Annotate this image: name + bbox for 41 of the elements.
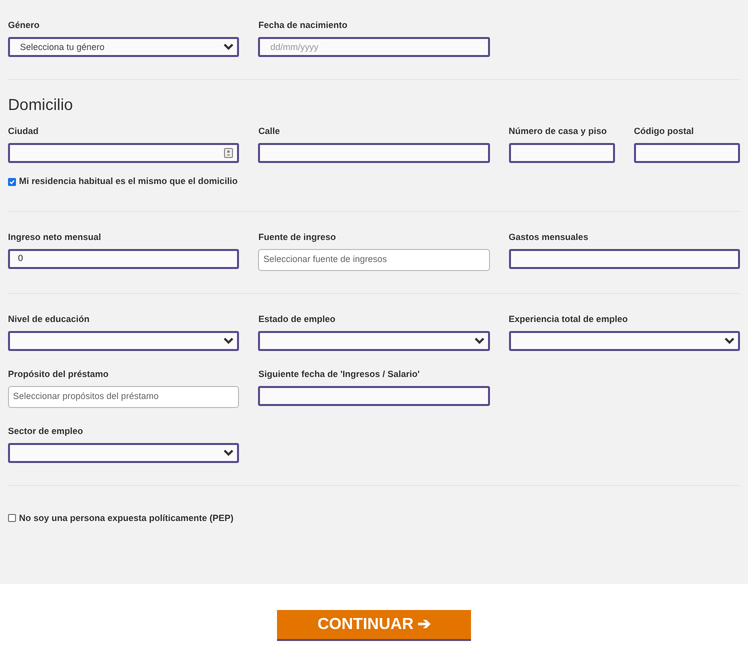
field-label: Estado de empleo [258,314,336,324]
field-label: Propósito del préstamo [8,368,110,380]
checkbox[interactable] [8,514,16,522]
chevron-icon [223,43,234,51]
checkbox[interactable] [8,178,16,186]
chevron-icon [223,336,234,344]
multiselect-field[interactable]: Seleccionar propósitos del préstamo [8,386,240,408]
select-field[interactable] [258,330,490,350]
chevron-icon [474,336,485,344]
checkbox-label: Mi residencia habitual es el mismo que el domicilio [19,175,238,188]
select-field[interactable] [8,330,240,350]
field-label: Ingreso neto mensual [8,232,102,242]
input-field[interactable] [634,143,740,163]
chevron-icon [223,448,234,456]
input-field[interactable] [508,248,740,268]
input-field[interactable] [508,143,615,163]
input-field[interactable] [258,386,490,406]
field-label: Calle [258,126,281,137]
field-label: Ciudad [8,126,40,137]
field-label: Número de casa y piso [508,126,608,137]
field-label: Fuente de ingreso [258,232,337,242]
section-heading: Domicilio [8,96,74,116]
multiselect-field[interactable]: Seleccionar fuente de ingresos [258,248,490,270]
select-field[interactable] [8,442,240,462]
contact-card-icon [224,148,234,158]
input-field[interactable]: 0 [8,248,240,268]
field-label: Nivel de educación [8,314,91,324]
field-label: Siguiente fecha de 'Ingresos / Salario' [258,368,421,380]
field-label: Gastos mensuales [508,232,590,242]
field-label: Fecha de nacimiento [258,20,348,31]
field-label: Experiencia total de empleo [508,314,629,324]
continue-button[interactable]: CONTINUAR ➔ [277,610,471,641]
select-field[interactable]: Selecciona tu género [8,37,240,57]
checkbox-label: No soy una persona expuesta políticamente (PEP) [19,512,234,525]
input-field[interactable] [8,143,240,163]
select-field[interactable] [508,330,740,350]
input-field[interactable] [258,143,490,163]
field-label: Género [8,20,41,31]
chevron-icon [724,336,735,344]
field-label: Código postal [634,126,695,137]
field-label: Sector de empleo [8,426,84,436]
